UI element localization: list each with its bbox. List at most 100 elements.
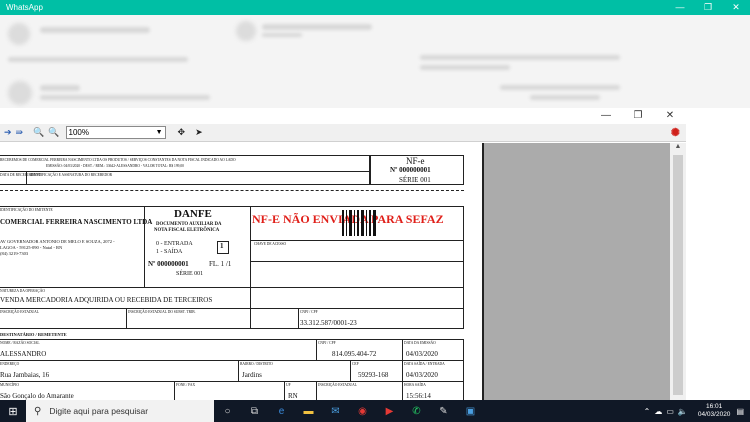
endereco-label: ENDEREÇO xyxy=(0,362,20,366)
emitente-name: COMERCIAL FERREIRA NASCIMENTO LTDA xyxy=(0,218,153,226)
cpf-value: 814.095.404-72 xyxy=(332,350,377,358)
viewer-titlebar: — ❐ ✕ xyxy=(0,108,686,123)
scroll-up-icon[interactable]: ▲ xyxy=(670,143,686,155)
hora-label: HORA SAÍDA xyxy=(404,383,426,387)
municipio-label: MUNICÍPIO xyxy=(0,383,19,387)
emitente-address: AV GOVERNADOR ANTONIO DE MELO E SOUZA, 2… xyxy=(0,239,115,244)
hora-value: 15:56:14 xyxy=(406,392,431,400)
cloud-icon[interactable]: ☁ xyxy=(654,407,662,416)
app-dx-icon[interactable]: ◉ xyxy=(349,406,376,417)
scrollbar-thumb[interactable] xyxy=(673,155,683,395)
pan-icon[interactable]: ✥ xyxy=(178,127,186,138)
entrada-label: 0 - ENTRADA xyxy=(156,241,193,247)
chevron-up-icon[interactable]: ⌃ xyxy=(644,407,651,416)
app-title: WhatsApp xyxy=(6,3,43,12)
file-explorer-icon[interactable]: ▬ xyxy=(295,406,322,417)
store-icon[interactable]: ▣ xyxy=(457,406,484,417)
saida-label: 1 - SAÍDA xyxy=(156,249,183,255)
clock-date: 04/03/2020 xyxy=(697,411,731,418)
emitente-label: IDENTIFICAÇÃO DO EMITENTE xyxy=(0,208,53,212)
natureza-value: VENDA MERCADORIA ADQUIRIDA OU RECEBIDA D… xyxy=(0,296,213,304)
cep-label: CEP xyxy=(352,362,359,366)
next-page-icon[interactable]: ➔ xyxy=(4,127,12,138)
search-placeholder: Digite aqui para pesquisar xyxy=(49,406,149,416)
cpf-label: CNPJ / CPF xyxy=(318,341,336,345)
viewer-minimize-button[interactable]: — xyxy=(590,110,622,121)
avatar xyxy=(8,81,32,105)
windows-start-icon[interactable]: ⊞ xyxy=(0,405,26,418)
zoom-value: 100% xyxy=(68,128,89,137)
dest-ie-label: INSCRIÇÃO ESTADUAL xyxy=(318,383,357,387)
search-box[interactable]: ⚲ Digite aqui para pesquisar xyxy=(26,400,214,422)
receipt-text-2: EMISSÃO: 04/03/2020 - DEST. / REM.: 3364… xyxy=(46,164,184,168)
cortana-icon[interactable]: ○ xyxy=(214,406,241,417)
nfe-series: SÉRIE 001 xyxy=(399,176,431,184)
tipo-value: 1 xyxy=(220,242,224,250)
whatsapp-titlebar: WhatsApp — ❐ ✕ xyxy=(0,0,750,15)
barcode-icon xyxy=(342,210,376,236)
bairro-label: BAIRRO / DISTRITO xyxy=(240,362,273,366)
clock-time: 16:01 xyxy=(706,403,723,410)
vertical-scrollbar[interactable]: ▲ xyxy=(670,143,686,403)
last-page-icon[interactable]: ⇛ xyxy=(16,127,24,138)
screen: WhatsApp — ❐ ✕ — ❐ ✕ ➔ ⇛ 🔍 🔍 100% ▼ ✥ ➤ … xyxy=(0,0,750,422)
cursor-icon[interactable]: ➤ xyxy=(195,127,203,138)
taskbar: ⊞ ⚲ Digite aqui para pesquisar ○ ⧉ e ▬ ✉… xyxy=(0,400,750,422)
emissao-value: 04/03/2020 xyxy=(406,350,438,358)
zoom-in-icon[interactable]: 🔍 xyxy=(33,127,44,138)
whatsapp-background xyxy=(0,15,750,108)
minimize-button[interactable]: — xyxy=(666,0,694,15)
cep-value: 59293-168 xyxy=(358,371,389,379)
iest-label: INSCRIÇÃO ESTADUAL DO SUBST. TRIB. xyxy=(128,310,196,314)
avatar xyxy=(236,21,256,41)
viewer-maximize-button[interactable]: ❐ xyxy=(622,110,654,121)
notifications-icon[interactable]: ▤ xyxy=(736,407,744,416)
volume-icon[interactable]: 🔈 xyxy=(678,407,688,416)
emissao-label: DATA DA EMISSÃO xyxy=(404,341,436,345)
edge-icon[interactable]: e xyxy=(268,406,295,417)
danfe-subtitle-2: NOTA FISCAL ELETRÔNICA xyxy=(154,228,220,233)
saida-data-label: DATA SAÍDA / ENTRADA xyxy=(404,362,445,366)
emitente-city: LAGOA - 59125-090 - Natal - RN xyxy=(0,245,63,250)
media-icon[interactable]: ▶ xyxy=(376,406,403,417)
danfe-title: DANFE xyxy=(174,208,212,220)
danfe-number: Nº 000000001 xyxy=(148,260,189,268)
chevron-down-icon: ▼ xyxy=(155,129,163,136)
whatsapp-icon[interactable]: ✆ xyxy=(403,406,430,417)
zoom-out-icon[interactable]: 🔍 xyxy=(48,127,59,138)
viewer-toolbar: ➔ ⇛ 🔍 🔍 100% ▼ ✥ ➤ ✺ xyxy=(0,124,686,142)
cnpj-label: CNPJ / CPF xyxy=(300,310,318,314)
task-view-icon[interactable]: ⧉ xyxy=(241,406,268,417)
receipt-sign-label: IDENTIFICAÇÃO E ASSINATURA DO RECEBEDOR xyxy=(30,173,113,177)
search-icon: ⚲ xyxy=(34,405,42,417)
clock[interactable]: 16:01 04/03/2020 xyxy=(698,403,731,419)
bairro-value: Jardins xyxy=(242,371,262,379)
uf-label: UF xyxy=(286,383,291,387)
danfe-subtitle: DOCUMENTO AUXILIAR DA xyxy=(156,222,222,227)
ie-label: INSCRIÇÃO ESTADUAL xyxy=(0,310,39,314)
mail-icon[interactable]: ✉ xyxy=(322,406,349,417)
endereco-value: Rua Jambaias, 16 xyxy=(0,371,50,379)
danfe-series: SÉRIE 001 xyxy=(176,271,204,277)
danfe-viewer-window: — ❐ ✕ ➔ ⇛ 🔍 🔍 100% ▼ ✥ ➤ ✺ RECEBEMOS DE … xyxy=(0,108,686,403)
viewer-close-button[interactable]: ✕ xyxy=(654,110,686,121)
razao-value: ALESSANDRO xyxy=(0,350,47,358)
danfe-page: RECEBEMOS DE COMERCIAL FERREIRA NASCIMEN… xyxy=(0,143,484,403)
emitente-phone: (84) 3219-7303 xyxy=(0,251,29,256)
zoom-select[interactable]: 100% ▼ xyxy=(65,126,166,139)
network-icon[interactable]: ▭ xyxy=(666,407,674,416)
saida-data-value: 04/03/2020 xyxy=(406,371,438,379)
avatar xyxy=(8,23,30,45)
natureza-label: NATUREZA DA OPERAÇÃO xyxy=(0,289,45,293)
app-icon[interactable]: ✎ xyxy=(430,406,457,417)
uf-value: RN xyxy=(288,392,298,400)
close-button[interactable]: ✕ xyxy=(722,0,750,15)
app-logo-icon: ✺ xyxy=(670,127,680,139)
municipio-value: São Gonçalo do Amarante xyxy=(0,392,74,400)
nfe-title: NF-e xyxy=(406,156,425,166)
danfe-folha: FL. 1 /1 xyxy=(209,260,232,268)
receipt-text: RECEBEMOS DE COMERCIAL FERREIRA NASCIMEN… xyxy=(0,158,236,162)
chave-label: CHAVE DE ACESSO xyxy=(254,242,287,246)
dest-section-title: DESTINATÁRIO / REMETENTE xyxy=(0,332,67,337)
maximize-button[interactable]: ❐ xyxy=(694,0,722,15)
